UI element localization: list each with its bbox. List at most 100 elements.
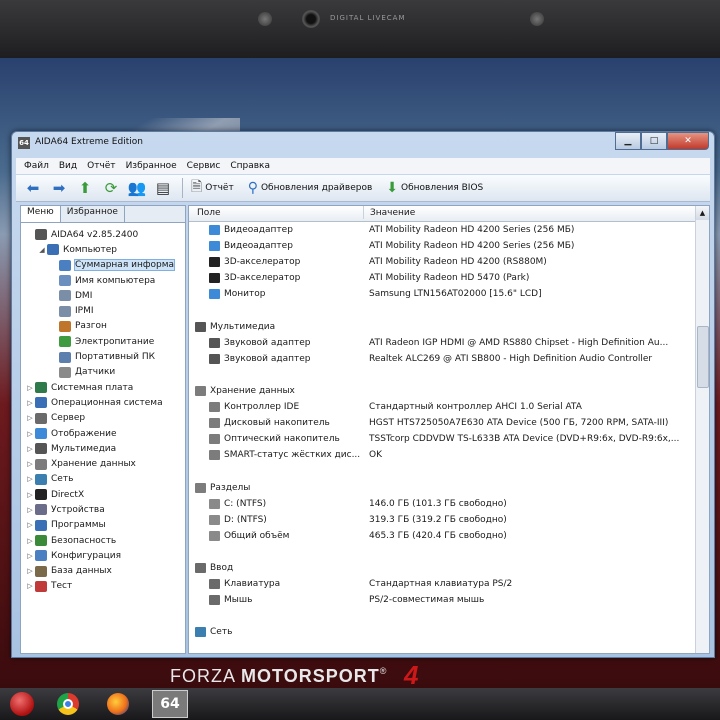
window-titlebar[interactable]: 64 AIDA64 Extreme Edition ▁ □ ✕ [12, 132, 714, 154]
tree-node[interactable]: Имя компьютера [21, 273, 185, 288]
expand-arrow-icon[interactable]: ▷ [25, 430, 35, 438]
tree-node[interactable]: ◢ Компьютер [21, 242, 185, 257]
section-header[interactable]: Разделы [189, 480, 695, 496]
tree-node[interactable]: IPMI [21, 303, 185, 318]
tree-node[interactable]: Электропитание [21, 334, 185, 349]
taskbar-aida64[interactable]: 64 [150, 690, 190, 718]
table-row[interactable]: Дисковый накопитель HGST HTS725050A7E630 … [189, 415, 695, 431]
table-row[interactable]: Общий объём 465.3 ГБ (420.4 ГБ свободно) [189, 528, 695, 544]
table-row[interactable]: 3D-акселератор ATI Mobility Radeon HD 547… [189, 270, 695, 286]
maximize-button[interactable]: □ [641, 132, 667, 150]
tree-node[interactable]: Суммарная информа [21, 258, 185, 273]
vertical-scrollbar[interactable]: ▲ [695, 206, 709, 653]
tree-node[interactable]: ▷ База данных [21, 564, 185, 579]
driver-updates-button[interactable]: ⚲ Обновления драйверов [248, 180, 373, 196]
tree-node[interactable]: ▷ DirectX [21, 487, 185, 502]
table-row[interactable]: Звуковой адаптер Realtek ALC269 @ ATI SB8… [189, 351, 695, 367]
tree-node[interactable]: Портативный ПК [21, 349, 185, 364]
minimize-button[interactable]: ▁ [615, 132, 641, 150]
field-cell: Мышь [189, 595, 363, 606]
column-field[interactable]: Поле [197, 208, 221, 218]
expand-arrow-icon[interactable]: ▷ [25, 384, 35, 392]
report-button[interactable]: 🗎 Отчёт [191, 176, 234, 200]
table-row[interactable]: D: (NTFS) 319.3 ГБ (319.2 ГБ свободно) [189, 512, 695, 528]
table-row[interactable]: Оптический накопитель TSSTcorp CDDVDW TS-… [189, 431, 695, 447]
tree-node[interactable]: Датчики [21, 365, 185, 380]
minimize-icon: ▁ [624, 136, 632, 146]
table-row[interactable]: SMART-статус жёстких дис... OK [189, 447, 695, 463]
chart-button[interactable]: ▤ [152, 178, 174, 198]
expand-arrow-icon[interactable]: ◢ [37, 246, 47, 254]
close-button[interactable]: ✕ [667, 132, 709, 150]
section-header[interactable]: Сеть [189, 624, 695, 640]
tree-node[interactable]: Разгон [21, 319, 185, 334]
scroll-up-button[interactable]: ▲ [696, 206, 709, 220]
tree-node[interactable]: DMI [21, 288, 185, 303]
tab-favorites[interactable]: Избранное [61, 206, 125, 222]
tree-node[interactable]: ▷ Безопасность [21, 533, 185, 548]
table-row[interactable]: Контроллер IDE Стандартный контроллер AHC… [189, 399, 695, 415]
tree-node[interactable]: ▷ Конфигурация [21, 548, 185, 563]
expand-arrow-icon[interactable]: ▷ [25, 506, 35, 514]
menu-item[interactable]: Файл [24, 161, 49, 171]
menu-item[interactable]: Сервис [187, 161, 221, 171]
row-spacer [189, 608, 695, 624]
forward-button[interactable]: ➡ [48, 178, 70, 198]
table-row[interactable]: Монитор Samsung LTN156AT02000 [15.6" LCD] [189, 286, 695, 302]
expand-arrow-icon[interactable]: ▷ [25, 552, 35, 560]
value-cell: OK [369, 450, 382, 461]
tree-node[interactable]: ▷ Отображение [21, 426, 185, 441]
tree-node[interactable]: ▷ Тест [21, 579, 185, 594]
up-button[interactable]: ⬆ [74, 178, 96, 198]
tree-node[interactable]: ▷ Устройства [21, 502, 185, 517]
expand-arrow-icon[interactable]: ▷ [25, 582, 35, 590]
expand-arrow-icon[interactable]: ▷ [25, 460, 35, 468]
expand-arrow-icon[interactable]: ▷ [25, 475, 35, 483]
expand-arrow-icon[interactable]: ▷ [25, 445, 35, 453]
row-spacer [189, 544, 695, 560]
expand-arrow-icon[interactable]: ▷ [25, 521, 35, 529]
start-button[interactable] [2, 690, 42, 718]
table-row[interactable]: Звуковой адаптер ATI Radeon IGP HDMI @ AM… [189, 335, 695, 351]
back-button[interactable]: ⬅ [22, 178, 44, 198]
scroll-thumb[interactable] [697, 326, 709, 388]
table-row[interactable]: Мышь PS/2-совместимая мышь [189, 592, 695, 608]
table-row[interactable]: Видеоадаптер ATI Mobility Radeon HD 4200 … [189, 222, 695, 238]
expand-arrow-icon[interactable]: ▷ [25, 491, 35, 499]
tree-node-icon [35, 580, 47, 592]
table-row[interactable]: 3D-акселератор ATI Mobility Radeon HD 420… [189, 254, 695, 270]
table-row[interactable]: Видеоадаптер ATI Mobility Radeon HD 4200 … [189, 238, 695, 254]
expand-arrow-icon[interactable]: ▷ [25, 399, 35, 407]
menu-item[interactable]: Вид [59, 161, 77, 171]
expand-arrow-icon[interactable]: ▷ [25, 414, 35, 422]
tree-node-icon [59, 320, 71, 332]
bios-updates-button[interactable]: ⬇ Обновления BIOS [386, 180, 483, 196]
tree-node[interactable]: AIDA64 v2.85.2400 [21, 227, 185, 242]
tree-node[interactable]: ▷ Мультимедиа [21, 441, 185, 456]
tree-node[interactable]: ▷ Хранение данных [21, 456, 185, 471]
section-header[interactable]: Ввод [189, 560, 695, 576]
users-button[interactable]: 👥 [126, 178, 148, 198]
menu-item[interactable]: Справка [230, 161, 270, 171]
field-label: Общий объём [224, 530, 290, 541]
webcam-label: DIGITAL LIVECAM [330, 14, 406, 22]
section-header[interactable]: Мультимедиа [189, 319, 695, 335]
taskbar-chrome[interactable] [48, 690, 88, 718]
tree-node[interactable]: ▷ Операционная система [21, 395, 185, 410]
field-cell: Звуковой адаптер [189, 353, 363, 364]
table-row[interactable]: Клавиатура Стандартная клавиатура PS/2 [189, 576, 695, 592]
section-header[interactable]: Хранение данных [189, 383, 695, 399]
menu-item[interactable]: Избранное [126, 161, 177, 171]
tree-node[interactable]: ▷ Системная плата [21, 380, 185, 395]
tree-node[interactable]: ▷ Программы [21, 518, 185, 533]
table-row[interactable]: C: (NTFS) 146.0 ГБ (101.3 ГБ свободно) [189, 496, 695, 512]
column-value[interactable]: Значение [363, 206, 415, 219]
menu-item[interactable]: Отчёт [87, 161, 115, 171]
refresh-button[interactable]: ⟳ [100, 178, 122, 198]
tab-menu[interactable]: Меню [21, 206, 61, 222]
tree-node[interactable]: ▷ Сервер [21, 411, 185, 426]
tree-node[interactable]: ▷ Сеть [21, 472, 185, 487]
expand-arrow-icon[interactable]: ▷ [25, 567, 35, 575]
expand-arrow-icon[interactable]: ▷ [25, 537, 35, 545]
taskbar-firefox[interactable] [98, 690, 138, 718]
